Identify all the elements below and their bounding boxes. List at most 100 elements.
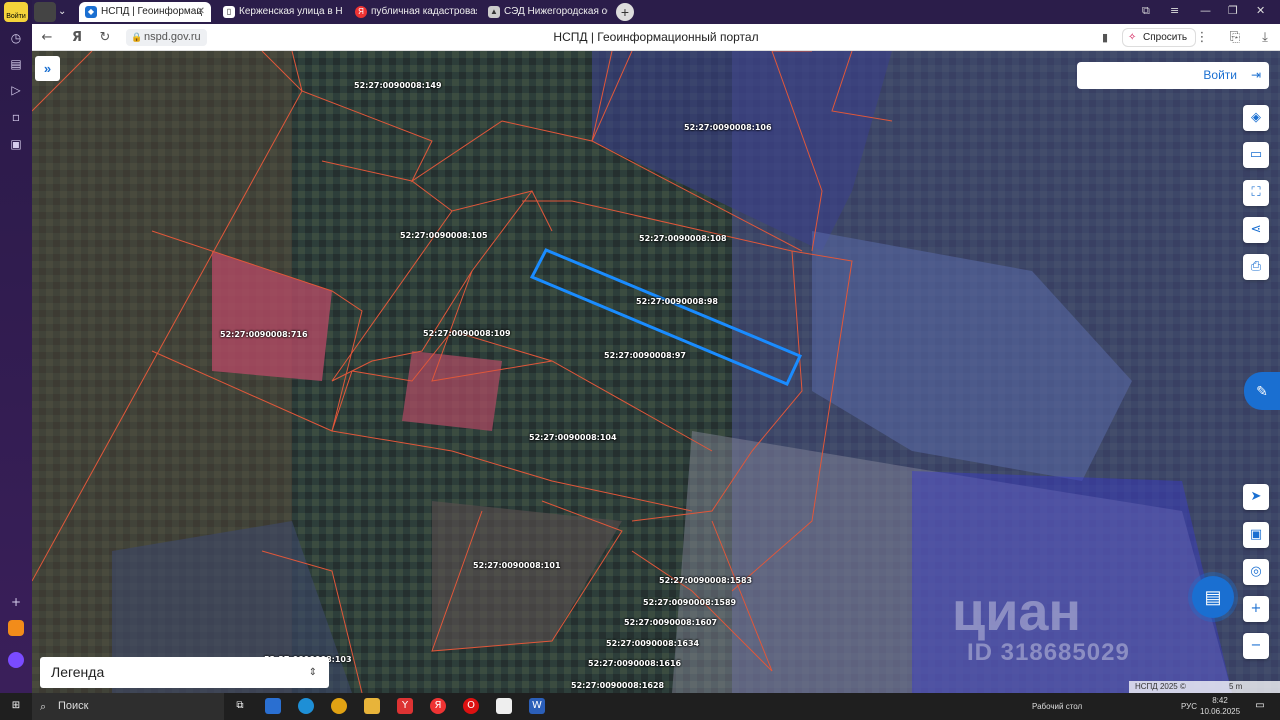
counter-icon[interactable]: ▫ [8,109,24,125]
parcel-label[interactable]: 52:27:0090008:716 [220,330,308,339]
chrome-icon[interactable] [331,698,347,714]
notifications-icon[interactable]: ▭ [1252,698,1268,714]
clock-time: 8:42 [1212,696,1228,705]
parcel-label-selected[interactable]: 52:27:0090008:98 [636,297,718,306]
parcel-label[interactable]: 52:27:0090008:1628 [571,681,664,690]
add-panel-icon[interactable]: + [8,594,24,610]
browser-sidebar: Войти ◷ ▤ ▷ ▫ ▣ + [0,0,32,693]
address-bar: ← Я ↻ 🔒 nspd.gov.ru НСПД | Геоинформацио… [32,24,1280,51]
language-indicator[interactable]: РУС [1181,693,1197,720]
watermark-brand: циан [952,582,1082,642]
select-area-icon[interactable]: ⛶ [1243,180,1269,206]
tab-label: публичная кадастровая к [371,6,477,17]
ask-button[interactable]: ✧ Спросить [1122,28,1197,47]
tab-kerzhenskaya[interactable]: ▯ Керженская улица в Ниж [217,2,343,22]
attribution-text: НСПД 2025 © [1135,682,1186,691]
page-title: НСПД | Геоинформационный портал [553,30,759,44]
search-icon: ⌕ [40,700,47,713]
nspd-favicon-icon: ◆ [85,6,97,18]
login-label: Войти [1203,68,1237,82]
search-label: Поиск [58,700,89,712]
parcel-label[interactable]: 52:27:0090008:1616 [588,659,681,668]
parcel-label[interactable]: 52:27:0090008:101 [473,561,561,570]
screenshot-icon[interactable]: ▣ [8,136,24,152]
map-attribution: НСПД 2025 © 5 m [1129,681,1280,693]
profile-login-badge[interactable]: Войти [4,2,28,22]
geo-search-icon[interactable]: ◎ [1243,559,1269,585]
zoom-in-button[interactable]: + [1243,596,1269,622]
locate-icon[interactable]: ➤ [1243,484,1269,510]
layers-icon[interactable]: ◈ [1243,105,1269,131]
tab-cadastral-search[interactable]: Я публичная кадастровая к [349,2,477,22]
notepad-icon[interactable] [496,698,512,714]
tab-nspd[interactable]: ◆ НСПД | Геоинформац ✕ [79,2,211,22]
tab-label: СЭД Нижегородская обл [504,6,608,17]
download-icon[interactable]: ⤓ [1256,29,1274,47]
parcel-label[interactable]: 52:27:0090008:104 [529,433,617,442]
word-icon[interactable]: W [529,698,545,714]
parcel-label[interactable]: 52:27:0090008:1634 [606,639,699,648]
minimap-icon[interactable]: ▣ [1243,522,1269,548]
tab-sed[interactable]: ▲ СЭД Нижегородская обл [482,2,608,22]
desktop-label[interactable]: Рабочий стол [1032,693,1082,720]
tab-bar: ⌄ ◆ НСПД | Геоинформац ✕ ▯ Керженская ул… [32,0,1280,24]
scale-bar: 5 m [1229,682,1243,691]
parcel-label[interactable]: 52:27:0090008:149 [354,81,442,90]
parcel-label[interactable]: 52:27:0090008:108 [639,234,727,243]
yandex-browser-icon[interactable]: Y [397,698,413,714]
yandex-icon[interactable]: Я [430,698,446,714]
zoom-out-button[interactable]: − [1243,633,1269,659]
alice-icon[interactable] [8,652,24,668]
history-icon[interactable]: ◷ [8,30,24,46]
parcel-label[interactable]: 52:27:0090008:106 [684,123,772,132]
chevron-down-icon[interactable]: ⌄ [58,2,74,22]
minimize-icon[interactable]: — [1200,4,1211,17]
expand-panel-button[interactable]: » [35,56,60,81]
task-view-icon[interactable]: ⧉ [232,698,248,714]
print-icon[interactable]: ⎙ [1243,254,1269,280]
store-icon[interactable] [265,698,281,714]
watermark-id: ID 318685029 [967,639,1130,666]
bookmark-icon[interactable]: ▮ [1096,29,1114,47]
clock[interactable]: 8:42 10.06.2025 [1200,695,1240,717]
more-icon[interactable]: ⋮ [1193,29,1211,47]
clock-date: 10.06.2025 [1200,707,1241,716]
taskbar-search[interactable]: ⌕ Поиск [32,693,224,720]
parcel-label[interactable]: 52:27:0090008:97 [604,351,686,360]
opera-icon[interactable]: O [463,698,479,714]
restore-icon[interactable]: ❐ [1228,4,1238,17]
legend-label: Легенда [51,664,105,680]
login-button[interactable]: Войти ⇥ [1077,62,1269,89]
parcel-label[interactable]: 52:27:0090008:105 [400,231,488,240]
notes-icon[interactable]: ▤ [8,56,24,72]
reader-icon[interactable]: ⎘ [1226,29,1244,47]
parcel-label[interactable]: 52:27:0090008:1607 [624,618,717,627]
file-explorer-icon[interactable] [364,698,380,714]
map-imagery [32,51,1280,693]
login-icon: ⇥ [1250,68,1261,82]
parcel-label[interactable]: 52:27:0090008:1583 [659,576,752,585]
feedback-tab[interactable]: ✎ [1244,372,1280,410]
ask-label: Спросить [1143,32,1188,43]
map-canvas[interactable]: 52:27:0090008:149 52:27:0090008:106 52:2… [32,51,1280,693]
windows-start-icon[interactable]: ⊞ [8,698,24,714]
profile-login-label: Войти [6,13,26,20]
legend-dropdown[interactable]: Легенда ⇕ [40,657,329,688]
taskbar: ⊞ ⌕ Поиск ⧉ Y Я O W Рабочий стол РУС 8:4… [0,693,1280,720]
close-window-icon[interactable]: ✕ [1256,4,1265,17]
chat-button[interactable]: ▤ [1192,576,1234,618]
parcel-label[interactable]: 52:27:0090008:1589 [643,598,736,607]
close-icon[interactable]: ✕ [197,2,205,22]
video-icon[interactable]: ▷ [8,82,24,98]
tab-label: Керженская улица в Ниж [239,6,343,17]
ruler-icon[interactable]: ▭ [1243,142,1269,168]
new-tab-button[interactable]: + [616,3,634,21]
tabs-overview-icon[interactable]: ⧉ [1142,4,1150,18]
menu-icon[interactable]: ≡ [1170,4,1179,17]
market-icon[interactable] [8,620,24,636]
edge-icon[interactable] [298,698,314,714]
chevron-updown-icon: ⇕ [308,667,317,678]
parcel-label[interactable]: 52:27:0090008:109 [423,329,511,338]
tab-group-button[interactable] [34,2,56,22]
share-icon[interactable]: ⋖ [1243,217,1269,243]
